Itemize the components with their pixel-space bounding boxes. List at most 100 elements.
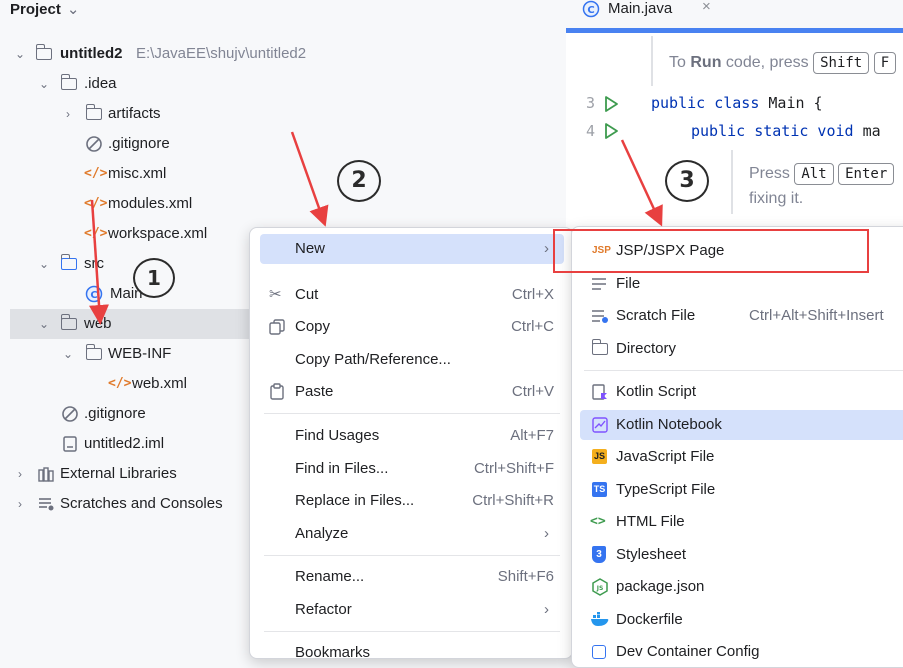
menu-item-find-usages[interactable]: Find Usages Alt+F7 xyxy=(260,421,564,451)
highlight-box-jsp xyxy=(553,229,869,273)
folder-icon xyxy=(85,104,102,120)
tree-item-label: src xyxy=(84,255,104,272)
chevron-right-icon: › xyxy=(544,601,549,618)
menu-item-package-json[interactable]: JS package.json xyxy=(580,572,903,602)
menu-item-stylesheet[interactable]: 3 Stylesheet xyxy=(580,540,903,570)
javascript-icon: JS xyxy=(592,449,607,464)
menu-item-label: Replace in Files... xyxy=(295,492,415,509)
menu-item-paste[interactable]: Paste Ctrl+V xyxy=(260,377,564,407)
menu-item-analyze[interactable]: Analyze › xyxy=(260,519,564,549)
svg-text:C: C xyxy=(90,290,97,301)
menu-item-shortcut: Ctrl+X xyxy=(511,286,554,303)
chevron-right-icon: › xyxy=(544,525,549,542)
chevron-down-icon[interactable]: ⌄ xyxy=(14,39,26,69)
menu-item-shortcut: Ctrl+Shift+F xyxy=(473,460,554,477)
menu-item-html-file[interactable]: <> HTML File xyxy=(580,507,903,537)
folder-icon xyxy=(591,339,608,355)
menu-item-scratch-file[interactable]: Scratch File Ctrl+Alt+Shift+Insert xyxy=(580,301,903,331)
chevron-right-icon[interactable]: › xyxy=(62,99,74,129)
menu-item-typescript-file[interactable]: TS TypeScript File xyxy=(580,475,903,505)
tree-item-modules-xml[interactable]: </> modules.xml xyxy=(0,189,566,219)
menu-separator xyxy=(264,413,560,414)
menu-item-label: Refactor xyxy=(295,601,352,618)
menu-item-label: Analyze xyxy=(295,525,349,542)
chevron-right-icon[interactable]: › xyxy=(14,459,26,489)
tree-item-label: misc.xml xyxy=(108,165,167,182)
close-icon[interactable]: × xyxy=(702,0,711,16)
menu-item-kotlin-notebook[interactable]: Kotlin Notebook xyxy=(580,410,903,440)
menu-item-label: package.json xyxy=(616,578,705,595)
menu-item-label: Rename... xyxy=(295,568,365,585)
nodejs-icon: JS xyxy=(592,578,608,596)
menu-item-file[interactable]: File xyxy=(580,269,903,299)
menu-item-label: Kotlin Script xyxy=(616,383,697,400)
menu-item-cut[interactable]: ✂ Cut Ctrl+X xyxy=(260,280,564,310)
scratch-file-icon xyxy=(592,310,608,323)
menu-item-shortcut: Ctrl+V xyxy=(511,383,554,400)
html-icon: <> xyxy=(590,514,606,529)
menu-item-rename[interactable]: Rename... Shift+F6 xyxy=(260,562,564,592)
tree-item-idea[interactable]: ⌄ .idea xyxy=(0,69,566,99)
tree-item-artifacts[interactable]: › artifacts xyxy=(0,99,566,129)
menu-item-label: Dev Container Config xyxy=(616,643,760,660)
java-class-icon: C xyxy=(85,285,103,303)
chevron-down-icon[interactable]: ⌄ xyxy=(38,69,50,99)
chevron-right-icon[interactable]: › xyxy=(14,489,26,519)
menu-separator xyxy=(264,631,560,632)
menu-item-dev-container[interactable]: Dev Container Config xyxy=(580,637,903,667)
tree-item-label: External Libraries xyxy=(60,465,177,482)
menu-item-dockerfile[interactable]: Dockerfile xyxy=(580,605,903,635)
fix-hint-line2: fixing it. xyxy=(749,190,804,207)
menu-separator xyxy=(584,370,903,371)
code-line-3[interactable]: public class Main { xyxy=(651,94,823,112)
ignore-file-icon xyxy=(86,136,102,152)
menu-separator xyxy=(264,555,560,556)
menu-item-new[interactable]: New › xyxy=(260,234,564,264)
run-icon[interactable] xyxy=(602,122,620,140)
tree-item-label: modules.xml xyxy=(108,195,193,212)
menu-item-label: Stylesheet xyxy=(616,546,687,563)
project-panel-header[interactable]: Project ⌄ xyxy=(10,0,79,18)
menu-item-shortcut: Ctrl+Alt+Shift+Insert xyxy=(749,307,884,324)
menu-item-replace-in-files[interactable]: Replace in Files... Ctrl+Shift+R xyxy=(260,486,564,516)
fix-hint-line1: Press Alt Enter xyxy=(749,163,895,185)
menu-item-label: Copy Path/Reference... xyxy=(295,351,451,368)
menu-item-directory[interactable]: Directory xyxy=(580,334,903,364)
chevron-down-icon[interactable]: ⌄ xyxy=(38,309,50,339)
f-key: F xyxy=(873,52,897,74)
menu-item-label: Find Usages xyxy=(295,427,380,444)
menu-item-shortcut: Ctrl+C xyxy=(511,318,554,335)
menu-item-find-in-files[interactable]: Find in Files... Ctrl+Shift+F xyxy=(260,454,564,484)
scratches-icon xyxy=(39,498,54,511)
run-hint-text: To Run code, press Shift F xyxy=(669,52,897,74)
tree-item-label: web xyxy=(84,315,112,332)
tree-item-gitignore-idea[interactable]: .gitignore xyxy=(0,129,566,159)
chevron-down-icon[interactable]: ⌄ xyxy=(67,1,80,18)
menu-item-copy-path[interactable]: Copy Path/Reference... xyxy=(260,345,564,375)
web-folder-icon xyxy=(60,314,77,330)
menu-item-label: JavaScript File xyxy=(616,448,715,465)
menu-item-label: Cut xyxy=(295,286,319,303)
menu-item-bookmarks[interactable]: Bookmarks xyxy=(260,638,564,668)
chevron-down-icon[interactable]: ⌄ xyxy=(62,339,74,369)
tab-active-indicator xyxy=(566,28,903,33)
tree-item-label: web.xml xyxy=(132,375,188,392)
menu-item-label: Scratch File xyxy=(616,307,696,324)
menu-item-javascript-file[interactable]: JS JavaScript File xyxy=(580,442,903,472)
menu-item-copy[interactable]: Copy Ctrl+C xyxy=(260,312,564,342)
menu-item-refactor[interactable]: Refactor › xyxy=(260,595,564,625)
kotlin-notebook-icon xyxy=(592,417,608,433)
alt-key: Alt xyxy=(794,163,834,185)
tree-item-root[interactable]: ⌄ untitled2 E:\JavaEE\shujv\untitled2 xyxy=(0,39,566,69)
menu-item-label: Dockerfile xyxy=(616,611,683,628)
menu-item-shortcut: Ctrl+Shift+R xyxy=(472,492,554,509)
chevron-down-icon[interactable]: ⌄ xyxy=(38,249,50,279)
run-icon[interactable] xyxy=(602,95,620,113)
web-xml-icon: </> xyxy=(108,376,132,391)
line-number: 4 xyxy=(586,122,596,140)
tree-item-misc-xml[interactable]: </> misc.xml xyxy=(0,159,566,189)
code-line-4[interactable]: public static void ma xyxy=(691,122,881,140)
tree-item-label: untitled2 xyxy=(60,45,123,62)
menu-item-kotlin-script[interactable]: Kotlin Script xyxy=(580,377,903,407)
docker-icon xyxy=(591,612,609,626)
